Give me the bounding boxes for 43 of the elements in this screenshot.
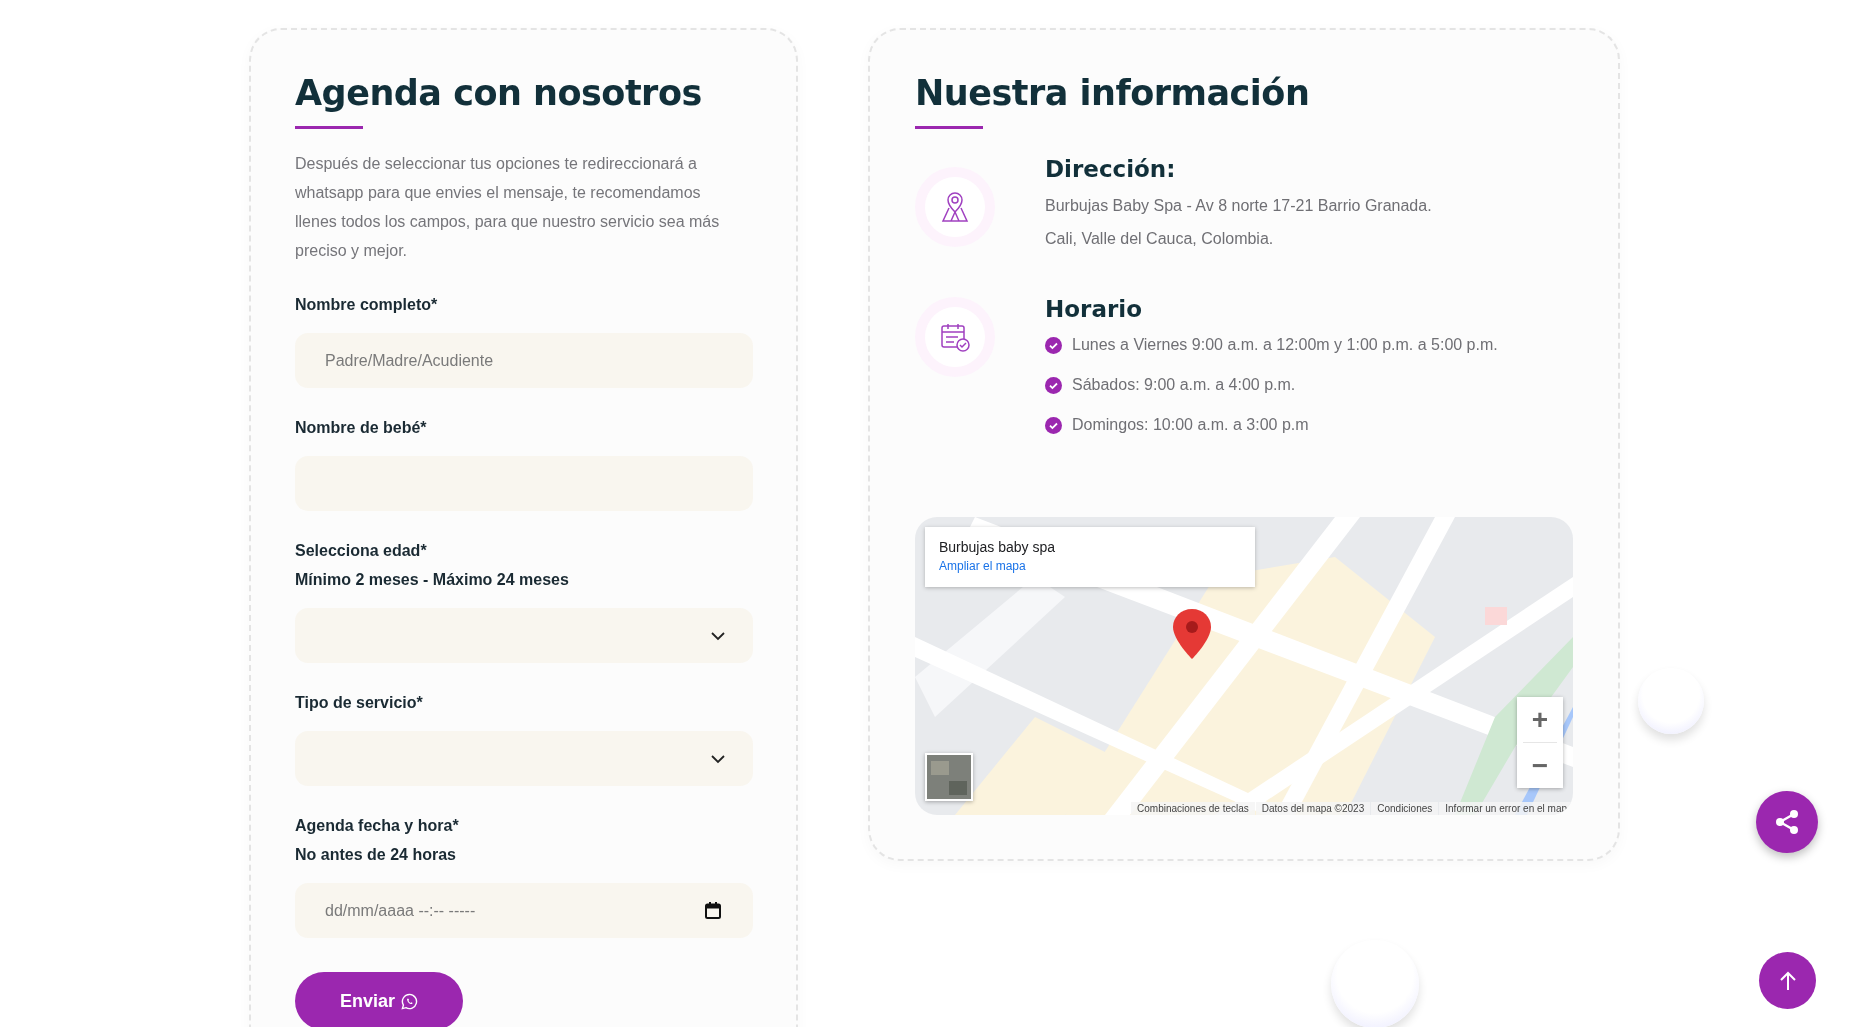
info-title: Nuestra información <box>915 72 1311 115</box>
schedule-text: Domingos: 10:00 a.m. a 3:00 p.m <box>1072 415 1309 435</box>
field-label: Nombre completo* <box>295 295 439 315</box>
check-circle-icon <box>1045 376 1062 394</box>
map-pin-icon <box>940 191 970 223</box>
date-time-field[interactable]: dd/mm/aaaa --:-- ----- <box>295 883 753 938</box>
chevron-down-icon <box>711 753 725 764</box>
field-label: Agenda fecha y hora* <box>295 816 460 836</box>
text-field[interactable]: Padre/Madre/Acudiente <box>295 333 753 388</box>
field-hint: Mínimo 2 meses - Máximo 24 meses <box>295 570 570 590</box>
enlarge-map-link[interactable]: Ampliar el mapa <box>939 559 1026 573</box>
form-title: Agenda con nosotros <box>295 72 703 115</box>
schedule-heading: Horario <box>1045 295 1143 324</box>
schedule-text: Lunes a Viernes 9:00 a.m. a 12:00m y 1:00 p.m. a 5:00 p.m. <box>1072 335 1498 355</box>
chat-bubble-icon <box>401 992 419 1010</box>
address-text: Burbujas Baby Spa - Av 8 norte 17-21 Barrio Granada. <box>1045 196 1433 216</box>
chevron-down-icon <box>711 630 725 641</box>
check-circle-icon <box>1045 336 1062 354</box>
address-text: Cali, Valle del Cauca, Colombia. <box>1045 229 1275 249</box>
calendar-check-icon <box>940 322 970 352</box>
select-field[interactable] <box>295 608 753 663</box>
select-field[interactable] <box>295 731 753 786</box>
arrow-up-icon <box>1778 970 1797 991</box>
bubble <box>1638 668 1704 734</box>
map-footer-link[interactable]: Combinaciones de teclas <box>1131 802 1255 815</box>
field-label: Tipo de servicio* <box>295 693 424 713</box>
address-heading: Dirección: <box>1045 155 1177 184</box>
share-button[interactable] <box>1756 791 1818 853</box>
zoom-out-button[interactable]: − <box>1517 743 1563 788</box>
intro-text: Después de seleccionar tus opciones te redireccionará a whatsapp para que envies el mensaje, te recomendamos llenes todos los campos, para que nuestro servicio sea más preciso y mejor. <box>295 154 721 261</box>
field-label: Nombre de bebé* <box>295 418 428 438</box>
scroll-top-button[interactable] <box>1759 952 1816 1009</box>
map-footer-link[interactable]: Condiciones <box>1371 802 1439 815</box>
zoom-in-button[interactable]: + <box>1517 697 1563 742</box>
field-hint: No antes de 24 horas <box>295 845 457 865</box>
schedule-text: Sábados: 9:00 a.m. a 4:00 p.m. <box>1072 375 1296 395</box>
map-footer-link[interactable]: Datos del mapa ©2023 <box>1255 802 1371 815</box>
calendar-icon[interactable] <box>705 902 721 919</box>
check-circle-icon <box>1045 416 1062 434</box>
field-label: Selecciona edad* <box>295 541 428 561</box>
satellite-thumbnail[interactable] <box>925 753 973 801</box>
send-button[interactable]: Enviar <box>295 972 464 1027</box>
place-name: Burbujas baby spa <box>939 539 1056 555</box>
